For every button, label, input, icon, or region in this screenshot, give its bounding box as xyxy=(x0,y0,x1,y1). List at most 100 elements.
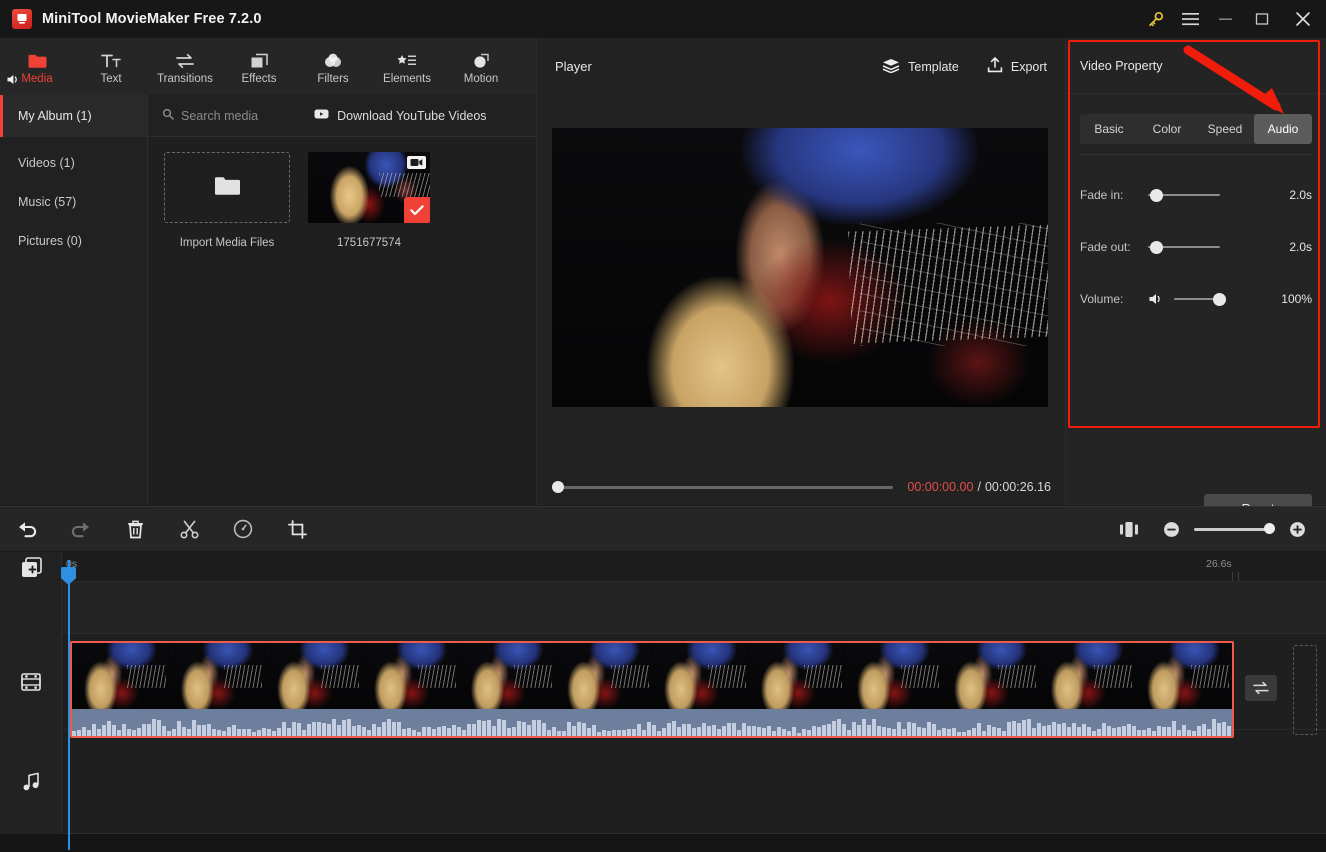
clip-audio-band xyxy=(72,709,1232,736)
timeline-video-clip[interactable] xyxy=(70,641,1234,738)
media-category-list: Videos (1) Music (57) Pictures (0) xyxy=(0,137,148,505)
import-media-tile[interactable]: Import Media Files xyxy=(164,152,290,249)
category-label: Music (57) xyxy=(18,194,77,209)
fade-out-row: Fade out: 2.0s xyxy=(1080,221,1312,273)
thumbnail-detail xyxy=(378,173,430,198)
speaker-icon[interactable] xyxy=(1148,292,1170,306)
ribbon-tabs: Media Text Transitions Effects Filters E… xyxy=(0,38,536,95)
video-track-icon[interactable] xyxy=(0,634,62,730)
download-youtube-button[interactable]: Download YouTube Videos xyxy=(314,108,487,123)
redo-icon xyxy=(71,522,89,538)
ribbon-tab-text[interactable]: Text xyxy=(74,38,148,95)
crop-icon xyxy=(287,519,307,539)
current-time: 00:00:00.00 xyxy=(907,480,974,494)
app-title: MiniTool MovieMaker Free 7.2.0 xyxy=(42,11,262,27)
ribbon-tab-transitions[interactable]: Transitions xyxy=(148,38,222,95)
fade-out-label: Fade out: xyxy=(1080,240,1131,254)
ribbon-tab-filters[interactable]: Filters xyxy=(296,38,370,95)
clip-frame xyxy=(265,643,363,709)
tab-speed[interactable]: Speed xyxy=(1196,114,1254,144)
effects-icon xyxy=(250,49,269,69)
volume-value: 100% xyxy=(1281,292,1312,306)
volume-handle[interactable] xyxy=(1213,292,1226,306)
split-view-button[interactable] xyxy=(1102,506,1156,552)
category-label: Videos (1) xyxy=(18,155,75,170)
search-icon xyxy=(162,108,174,123)
zoom-out-icon xyxy=(1163,521,1179,537)
timeline-ruler[interactable]: 0s 26.6s xyxy=(62,552,1326,582)
export-button[interactable]: Export xyxy=(987,57,1047,76)
youtube-download-icon xyxy=(314,108,329,123)
tab-color[interactable]: Color xyxy=(1138,114,1196,144)
player-header-actions: Template Export xyxy=(882,57,1047,76)
music-track-icon[interactable] xyxy=(0,730,62,834)
undo-button[interactable] xyxy=(0,506,54,552)
fade-out-handle[interactable] xyxy=(1150,240,1163,254)
seek-handle[interactable] xyxy=(552,481,564,493)
media-selected-check-icon[interactable] xyxy=(404,197,430,223)
ribbon-tab-effects[interactable]: Effects xyxy=(222,38,296,95)
player-header: Player Template Export xyxy=(537,38,1065,95)
clip-mute-icon[interactable] xyxy=(4,69,24,89)
clip-frame xyxy=(942,643,1039,709)
media-thumbnail[interactable] xyxy=(308,152,430,223)
app-window: MiniTool MovieMaker Free 7.2.0 Media Tex… xyxy=(0,0,1326,852)
ribbon-tab-motion[interactable]: Motion xyxy=(444,38,518,95)
template-icon xyxy=(882,58,900,76)
add-media-icon[interactable] xyxy=(0,552,62,582)
fade-in-row: Fade in: 2.0s xyxy=(1080,169,1312,221)
fade-in-handle[interactable] xyxy=(1150,188,1163,202)
clip-frame xyxy=(748,643,846,709)
sidebar-item-pictures[interactable]: Pictures (0) xyxy=(0,221,147,260)
clip-frame xyxy=(555,643,653,709)
sidebar-item-music[interactable]: Music (57) xyxy=(0,182,147,221)
maximize-button[interactable] xyxy=(1244,0,1280,38)
video-preview[interactable] xyxy=(552,128,1048,407)
fade-in-slider[interactable] xyxy=(1148,188,1220,202)
timeline-lane-music[interactable] xyxy=(62,730,1326,834)
template-button[interactable]: Template xyxy=(882,58,959,76)
player-seek-row: 00:00:00.00 / 00:00:26.16 xyxy=(537,474,1067,500)
clip-frame xyxy=(362,643,459,709)
ribbon-tab-label: Transitions xyxy=(157,72,213,85)
motion-icon xyxy=(472,49,491,69)
delete-button[interactable] xyxy=(108,506,162,552)
key-icon[interactable] xyxy=(1138,0,1172,38)
tab-label: Basic xyxy=(1094,122,1124,136)
fade-out-slider[interactable] xyxy=(1148,240,1220,254)
timeline-playhead[interactable] xyxy=(68,560,70,850)
timeline-zoom-slider[interactable] xyxy=(1194,523,1275,534)
clip-transition-button[interactable] xyxy=(1245,675,1277,701)
album-selector[interactable]: My Album (1) xyxy=(0,94,148,137)
volume-slider[interactable] xyxy=(1174,292,1226,306)
audio-property-rows: Fade in: 2.0s Fade out: 2.0s Volume: 100… xyxy=(1080,154,1312,325)
speed-button[interactable] xyxy=(216,506,270,552)
crop-button[interactable] xyxy=(270,506,324,552)
clip-frame xyxy=(845,643,943,709)
tab-audio[interactable]: Audio xyxy=(1254,114,1312,144)
tab-basic[interactable]: Basic xyxy=(1080,114,1138,144)
clip-frame xyxy=(168,643,266,709)
ribbon-tab-elements[interactable]: Elements xyxy=(370,38,444,95)
sidebar-item-videos[interactable]: Videos (1) xyxy=(0,143,147,182)
import-drop-zone[interactable] xyxy=(164,152,290,223)
folder-icon xyxy=(214,175,240,201)
zoom-in-button[interactable] xyxy=(1282,506,1312,552)
media-grid: Import Media Files 1751677574 xyxy=(148,137,536,505)
close-button[interactable] xyxy=(1280,0,1326,38)
download-youtube-label: Download YouTube Videos xyxy=(337,108,487,123)
timeline-clip-placeholder[interactable] xyxy=(1293,645,1317,735)
search-input[interactable]: Search media xyxy=(162,108,258,123)
text-icon xyxy=(101,49,121,69)
minimize-button[interactable] xyxy=(1208,0,1244,38)
window-controls xyxy=(1138,0,1326,38)
redo-button[interactable] xyxy=(54,506,108,552)
seek-bar[interactable] xyxy=(552,481,894,493)
zoom-out-button[interactable] xyxy=(1156,506,1186,552)
timeline-lane-top[interactable] xyxy=(62,582,1326,634)
split-button[interactable] xyxy=(162,506,216,552)
clip-frame xyxy=(72,643,169,709)
menu-icon[interactable] xyxy=(1172,0,1208,38)
media-item[interactable]: 1751677574 xyxy=(308,152,430,249)
timeline-zoom-handle[interactable] xyxy=(1264,523,1275,534)
